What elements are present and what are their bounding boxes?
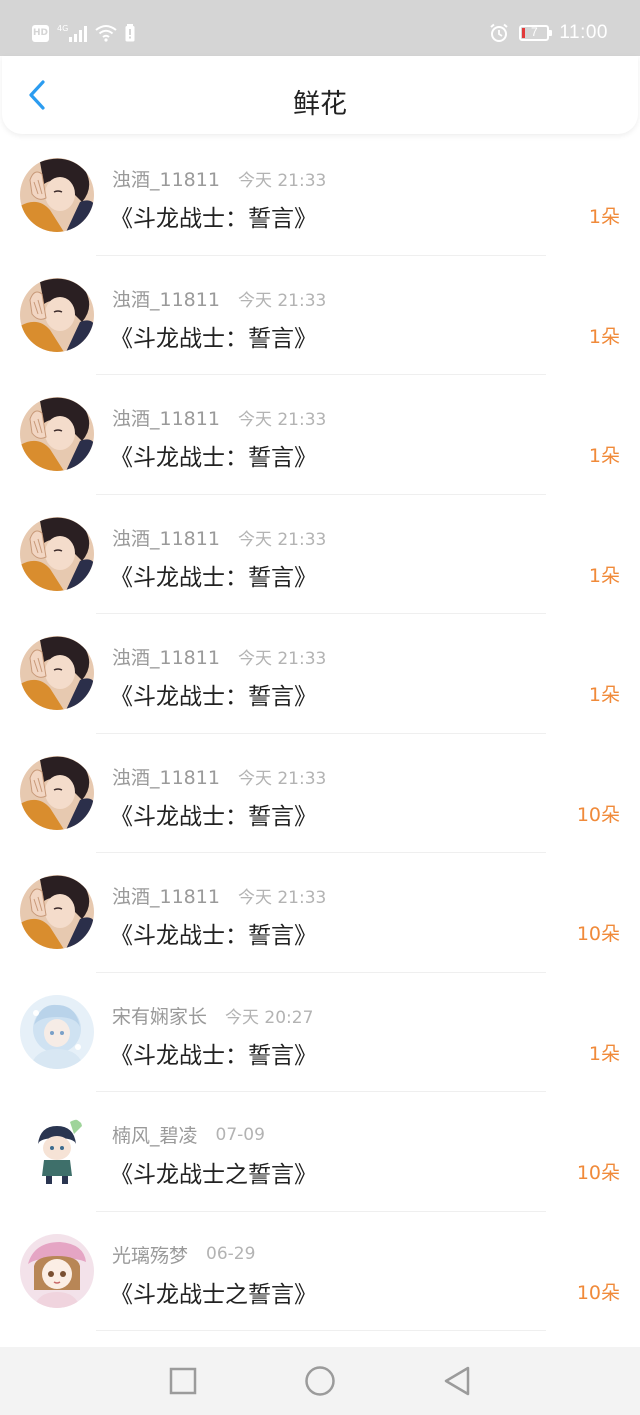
flower-list-item[interactable]: 浊酒_11811 今天 21:33 《斗龙战士：誓言》 10朵 <box>0 734 640 853</box>
flower-list-item[interactable]: 宋有娴家长 今天 20:27 《斗龙战士：誓言》 1朵 <box>0 973 640 1092</box>
battery-icon: 7 <box>519 25 553 41</box>
flower-list-item[interactable]: 浊酒_11811 今天 21:33 《斗龙战士：誓言》 1朵 <box>0 136 640 256</box>
timestamp: 今天 21:33 <box>237 888 327 908</box>
flower-count: 1朵 <box>588 564 620 587</box>
hd-icon: HD <box>32 24 49 42</box>
item-meta: 浊酒_11811 今天 21:33 <box>112 763 326 790</box>
flower-count: 10朵 <box>576 803 620 826</box>
flower-count: 1朵 <box>588 325 620 348</box>
flower-list-item[interactable]: 浊酒_11811 今天 21:33 《斗龙战士：誓言》 1朵 <box>0 256 640 375</box>
book-title[interactable]: 《斗龙战士：誓言》 <box>110 319 317 353</box>
flower-list-item[interactable]: 楠风_碧凌 07-09 《斗龙战士之誓言》 10朵 <box>0 1092 640 1212</box>
nav-bar <box>0 1347 640 1415</box>
status-left: HD 4G <box>32 23 135 43</box>
status-bar: HD 4G 7 11:00 <box>0 0 640 56</box>
item-meta: 浊酒_11811 今天 21:33 <box>112 165 326 192</box>
username[interactable]: 浊酒_11811 <box>112 882 220 909</box>
timestamp: 今天 21:33 <box>237 410 327 430</box>
item-meta: 光璃殇梦 06-29 <box>112 1241 255 1268</box>
book-title[interactable]: 《斗龙战士：誓言》 <box>110 677 317 711</box>
recent-apps-button[interactable] <box>163 1361 203 1401</box>
flower-list-item[interactable]: 浊酒_11811 今天 21:33 《斗龙战士：誓言》 1朵 <box>0 495 640 614</box>
book-title[interactable]: 《斗龙战士之誓言》 <box>110 1155 317 1189</box>
username[interactable]: 浊酒_11811 <box>112 285 220 312</box>
username[interactable]: 浊酒_11811 <box>112 763 220 790</box>
avatar[interactable] <box>20 1233 94 1308</box>
home-icon <box>305 1366 335 1396</box>
back-icon <box>444 1366 470 1396</box>
username[interactable]: 光璃殇梦 <box>112 1241 188 1268</box>
item-meta: 浊酒_11811 今天 21:33 <box>112 285 326 312</box>
flower-count: 1朵 <box>588 684 620 706</box>
book-title[interactable]: 《斗龙战士：誓言》 <box>110 199 317 233</box>
book-title[interactable]: 《斗龙战士：誓言》 <box>110 1036 317 1070</box>
status-right: 7 11:00 <box>489 22 608 44</box>
wifi-icon <box>95 24 117 42</box>
avatar[interactable] <box>20 1114 94 1188</box>
header: 鲜花 <box>2 56 638 134</box>
timestamp: 今天 21:33 <box>237 171 327 191</box>
item-meta: 宋有娴家长 今天 20:27 <box>112 1002 313 1029</box>
timestamp: 07-09 <box>215 1124 265 1145</box>
username[interactable]: 浊酒_11811 <box>112 165 220 192</box>
item-meta: 浊酒_11811 今天 21:33 <box>112 882 326 909</box>
avatar[interactable] <box>20 516 94 591</box>
book-title[interactable]: 《斗龙战士：誓言》 <box>110 558 317 592</box>
flower-count: 10朵 <box>576 1162 620 1184</box>
avatar[interactable] <box>20 636 94 710</box>
avatar[interactable] <box>20 994 94 1069</box>
page-title: 鲜花 <box>293 89 347 120</box>
network-label: 4G <box>57 24 68 33</box>
nav-back-button[interactable] <box>437 1361 477 1401</box>
home-button[interactable] <box>300 1361 340 1401</box>
recent-apps-icon <box>169 1367 197 1395</box>
flower-list-item[interactable]: 光璃殇梦 06-29 《斗龙战士之誓言》 10朵 <box>0 1212 640 1331</box>
username[interactable]: 浊酒_11811 <box>112 404 220 431</box>
timestamp: 今天 21:33 <box>237 290 327 311</box>
flower-list-item[interactable]: 浊酒_11811 今天 21:33 《斗龙战士：誓言》 10朵 <box>0 853 640 973</box>
item-meta: 浊酒_11811 今天 21:33 <box>112 643 326 670</box>
avatar[interactable] <box>20 875 94 949</box>
avatar[interactable] <box>20 397 94 471</box>
flower-list-item[interactable]: 浊酒_11811 今天 21:33 《斗龙战士：誓言》 1朵 <box>0 375 640 495</box>
item-meta: 浊酒_11811 今天 21:33 <box>112 404 326 431</box>
flower-list-item[interactable]: 浊酒_11811 今天 21:33 《斗龙战士：誓言》 1朵 <box>0 614 640 734</box>
alarm-icon <box>489 23 509 43</box>
username[interactable]: 浊酒_11811 <box>112 524 220 551</box>
item-meta: 楠风_碧凌 07-09 <box>112 1121 265 1148</box>
book-title[interactable]: 《斗龙战士：誓言》 <box>110 916 317 950</box>
divider <box>96 1330 546 1331</box>
book-title[interactable]: 《斗龙战士之誓言》 <box>110 1275 317 1309</box>
flower-count: 1朵 <box>588 1042 620 1065</box>
username[interactable]: 宋有娴家长 <box>112 1002 207 1029</box>
flower-count: 1朵 <box>588 206 620 228</box>
flower-list: 浊酒_11811 今天 21:33 《斗龙战士：誓言》 1朵 浊酒_11811 今天 21… <box>0 136 640 1331</box>
book-title[interactable]: 《斗龙战士：誓言》 <box>110 797 317 831</box>
flower-count: 10朵 <box>576 1281 620 1304</box>
timestamp: 今天 21:33 <box>237 649 327 669</box>
book-title[interactable]: 《斗龙战士：誓言》 <box>110 438 317 472</box>
battery-level: 7 <box>531 25 538 39</box>
flower-count: 10朵 <box>576 923 620 945</box>
battery-alert-icon <box>125 24 135 42</box>
username[interactable]: 浊酒_11811 <box>112 643 220 670</box>
username[interactable]: 楠风_碧凌 <box>112 1121 198 1148</box>
signal-icon: 4G <box>57 23 87 43</box>
timestamp: 06-29 <box>206 1244 256 1264</box>
status-time: 11:00 <box>559 22 608 43</box>
timestamp: 今天 21:33 <box>237 529 327 550</box>
avatar[interactable] <box>20 277 94 352</box>
avatar[interactable] <box>20 755 94 830</box>
avatar[interactable] <box>20 158 94 232</box>
timestamp: 今天 21:33 <box>237 768 327 789</box>
item-meta: 浊酒_11811 今天 21:33 <box>112 524 326 551</box>
timestamp: 今天 20:27 <box>225 1007 314 1028</box>
flower-count: 1朵 <box>588 445 620 467</box>
